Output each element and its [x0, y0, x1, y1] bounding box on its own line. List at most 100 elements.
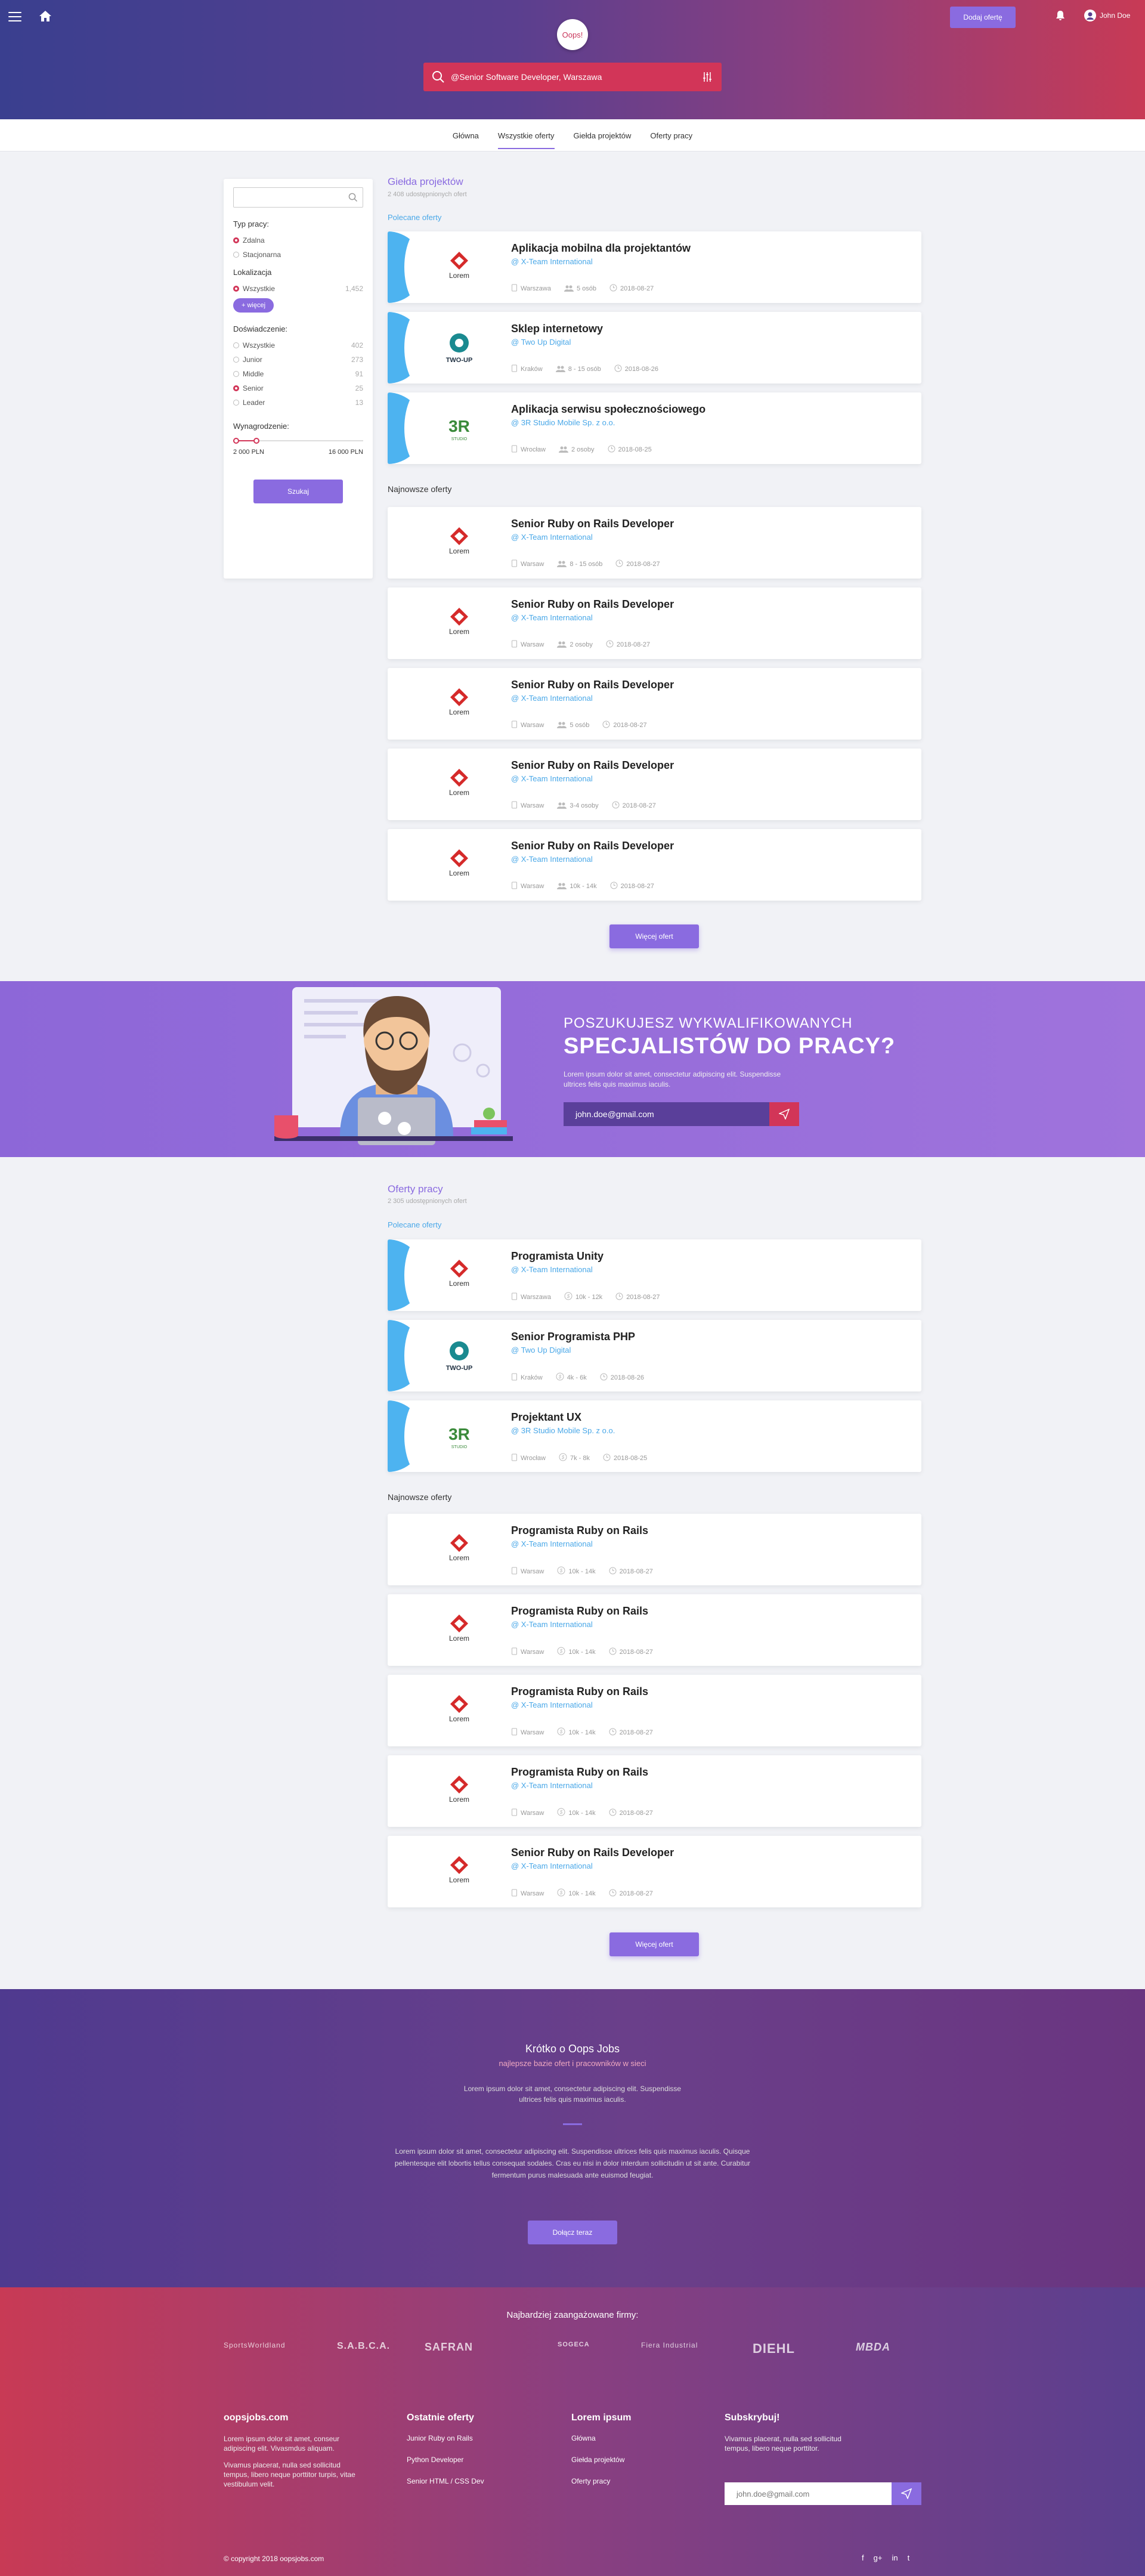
- user-menu[interactable]: John Doe: [1084, 9, 1130, 22]
- offer-title[interactable]: Senior Ruby on Rails Developer: [511, 759, 674, 772]
- offer-title[interactable]: Programista Ruby on Rails: [511, 1524, 648, 1537]
- work-type-office[interactable]: Stacjonarna: [233, 248, 363, 262]
- more-locations-button[interactable]: + więcej: [233, 298, 274, 313]
- company-name[interactable]: @ X-Team International: [511, 694, 593, 703]
- offer-title[interactable]: Senior Ruby on Rails Developer: [511, 840, 674, 852]
- filter-icon[interactable]: [701, 71, 713, 83]
- location-all[interactable]: Wszystkie 1,452: [233, 282, 363, 296]
- projects-more-button[interactable]: Więcej ofert: [609, 924, 699, 948]
- company-name[interactable]: @ 3R Studio Mobile Sp. z o.o.: [511, 418, 615, 427]
- offer-title[interactable]: Aplikacja mobilna dla projektantów: [511, 242, 691, 255]
- offer-card[interactable]: Lorem Senior Ruby on Rails Developer @ X-T…: [388, 749, 921, 820]
- radio-icon[interactable]: [233, 286, 239, 292]
- home-icon[interactable]: [38, 10, 52, 23]
- radio-icon[interactable]: [233, 237, 239, 243]
- company-name[interactable]: @ X-Team International: [511, 613, 593, 622]
- work-type-remote[interactable]: Zdalna: [233, 233, 363, 248]
- company-name[interactable]: @ X-Team International: [511, 1539, 593, 1548]
- company-name[interactable]: @ X-Team International: [511, 1265, 593, 1274]
- salary-slider[interactable]: [233, 437, 363, 445]
- offer-card[interactable]: Lorem Senior Ruby on Rails Developer @ X-T…: [388, 587, 921, 659]
- offer-card[interactable]: Lorem Programista Unity @ X-Team Internati…: [388, 1239, 921, 1311]
- offer-card[interactable]: Lorem Programista Ruby on Rails @ X-Team I…: [388, 1755, 921, 1827]
- company-name[interactable]: @ 3R Studio Mobile Sp. z o.o.: [511, 1426, 615, 1435]
- exp-senior[interactable]: Senior 25: [233, 381, 363, 395]
- company-name[interactable]: @ Two Up Digital: [511, 338, 571, 347]
- offer-title[interactable]: Senior Ruby on Rails Developer: [511, 679, 674, 691]
- twitter-icon[interactable]: t: [908, 2553, 910, 2562]
- offer-title[interactable]: Sklep internetowy: [511, 323, 603, 335]
- linkedin-icon[interactable]: in: [892, 2553, 898, 2562]
- offer-card[interactable]: 3R STUDIO Projektant UX @ 3R Studio Mobile …: [388, 1400, 921, 1472]
- logo[interactable]: Oops!: [557, 19, 588, 50]
- footer-link[interactable]: Główna: [571, 2434, 691, 2442]
- company-name[interactable]: @ X-Team International: [511, 774, 593, 783]
- offer-card[interactable]: Lorem Senior Ruby on Rails Developer @ X-T…: [388, 507, 921, 579]
- footer-link[interactable]: Junior Ruby on Rails: [407, 2434, 526, 2442]
- radio-icon[interactable]: [233, 357, 239, 363]
- footer-link[interactable]: Senior HTML / CSS Dev: [407, 2477, 526, 2485]
- subscribe-button[interactable]: [892, 2482, 921, 2505]
- search-button[interactable]: Szukaj: [253, 480, 343, 503]
- exp-junior[interactable]: Junior 273: [233, 352, 363, 367]
- company-name[interactable]: @ X-Team International: [511, 1620, 593, 1629]
- offer-card[interactable]: TWO-UP Sklep internetowy @ Two Up Digital K…: [388, 312, 921, 384]
- offer-title[interactable]: Projektant UX: [511, 1411, 581, 1424]
- subscribe-email-input[interactable]: john.doe@gmail.com: [725, 2482, 892, 2505]
- join-button[interactable]: Dołącz teraz: [528, 2221, 617, 2244]
- radio-icon[interactable]: [233, 400, 239, 406]
- company-name[interactable]: @ X-Team International: [511, 257, 593, 266]
- facebook-icon[interactable]: f: [862, 2553, 864, 2562]
- offer-title[interactable]: Programista Ruby on Rails: [511, 1605, 648, 1618]
- offer-card[interactable]: Lorem Senior Ruby on Rails Developer @ X-T…: [388, 668, 921, 740]
- offer-card[interactable]: Lorem Aplikacja mobilna dla projektantów @…: [388, 231, 921, 303]
- offer-card[interactable]: Lorem Senior Ruby on Rails Developer @ X-T…: [388, 1836, 921, 1907]
- offer-title[interactable]: Senior Ruby on Rails Developer: [511, 518, 674, 530]
- radio-icon[interactable]: [233, 252, 239, 258]
- company-name[interactable]: @ X-Team International: [511, 855, 593, 864]
- footer-link[interactable]: Oferty pracy: [571, 2477, 691, 2485]
- tab-jobs[interactable]: Oferty pracy: [640, 119, 702, 151]
- slider-handle-min[interactable]: [233, 438, 239, 444]
- offer-title[interactable]: Programista Ruby on Rails: [511, 1686, 648, 1698]
- company-name[interactable]: @ Two Up Digital: [511, 1346, 571, 1355]
- footer-link[interactable]: Giełda projektów: [571, 2456, 691, 2464]
- google-plus-icon[interactable]: g+: [874, 2553, 883, 2562]
- sidebar-search-input[interactable]: [233, 187, 363, 208]
- radio-icon[interactable]: [233, 342, 239, 348]
- exp-all[interactable]: Wszystkie 402: [233, 338, 363, 352]
- offer-title[interactable]: Aplikacja serwisu społecznościowego: [511, 403, 705, 416]
- banner-email-input[interactable]: john.doe@gmail.com: [564, 1102, 799, 1126]
- radio-icon[interactable]: [233, 385, 239, 391]
- offer-title[interactable]: Senior Ruby on Rails Developer: [511, 1847, 674, 1859]
- offer-card[interactable]: Lorem Senior Ruby on Rails Developer @ X-T…: [388, 829, 921, 901]
- bell-icon[interactable]: [1054, 10, 1066, 21]
- tab-home[interactable]: Główna: [443, 119, 488, 151]
- offer-title[interactable]: Programista Ruby on Rails: [511, 1766, 648, 1779]
- banner-send-button[interactable]: [769, 1102, 799, 1126]
- company-name[interactable]: @ X-Team International: [511, 533, 593, 542]
- jobs-more-button[interactable]: Więcej ofert: [609, 1932, 699, 1956]
- slider-handle-max[interactable]: [253, 438, 260, 444]
- tab-all-offers[interactable]: Wszystkie oferty: [488, 119, 564, 151]
- search-bar[interactable]: @Senior Software Developer, Warszawa: [423, 63, 722, 91]
- exp-leader[interactable]: Leader 13: [233, 395, 363, 410]
- exp-middle[interactable]: Middle 91: [233, 367, 363, 381]
- search-input[interactable]: @Senior Software Developer, Warszawa: [451, 72, 602, 82]
- company-name[interactable]: @ X-Team International: [511, 1781, 593, 1790]
- offer-card[interactable]: 3R STUDIO Aplikacja serwisu społecznościow…: [388, 392, 921, 464]
- offer-title[interactable]: Programista Unity: [511, 1250, 604, 1263]
- company-name[interactable]: @ X-Team International: [511, 1861, 593, 1870]
- offer-card[interactable]: TWO-UP Senior Programista PHP @ Two Up Dig…: [388, 1320, 921, 1391]
- menu-icon[interactable]: [8, 12, 21, 21]
- offer-card[interactable]: Lorem Programista Ruby on Rails @ X-Team I…: [388, 1594, 921, 1666]
- company-name[interactable]: @ X-Team International: [511, 1700, 593, 1709]
- offer-card[interactable]: Lorem Programista Ruby on Rails @ X-Team I…: [388, 1514, 921, 1585]
- add-offer-button[interactable]: Dodaj ofertę: [950, 7, 1016, 28]
- footer-link[interactable]: Python Developer: [407, 2456, 526, 2464]
- offer-title[interactable]: Senior Ruby on Rails Developer: [511, 598, 674, 611]
- radio-icon[interactable]: [233, 371, 239, 377]
- offer-card[interactable]: Lorem Programista Ruby on Rails @ X-Team I…: [388, 1675, 921, 1746]
- tab-projects[interactable]: Giełda projektów: [564, 119, 641, 151]
- offer-title[interactable]: Senior Programista PHP: [511, 1331, 635, 1343]
